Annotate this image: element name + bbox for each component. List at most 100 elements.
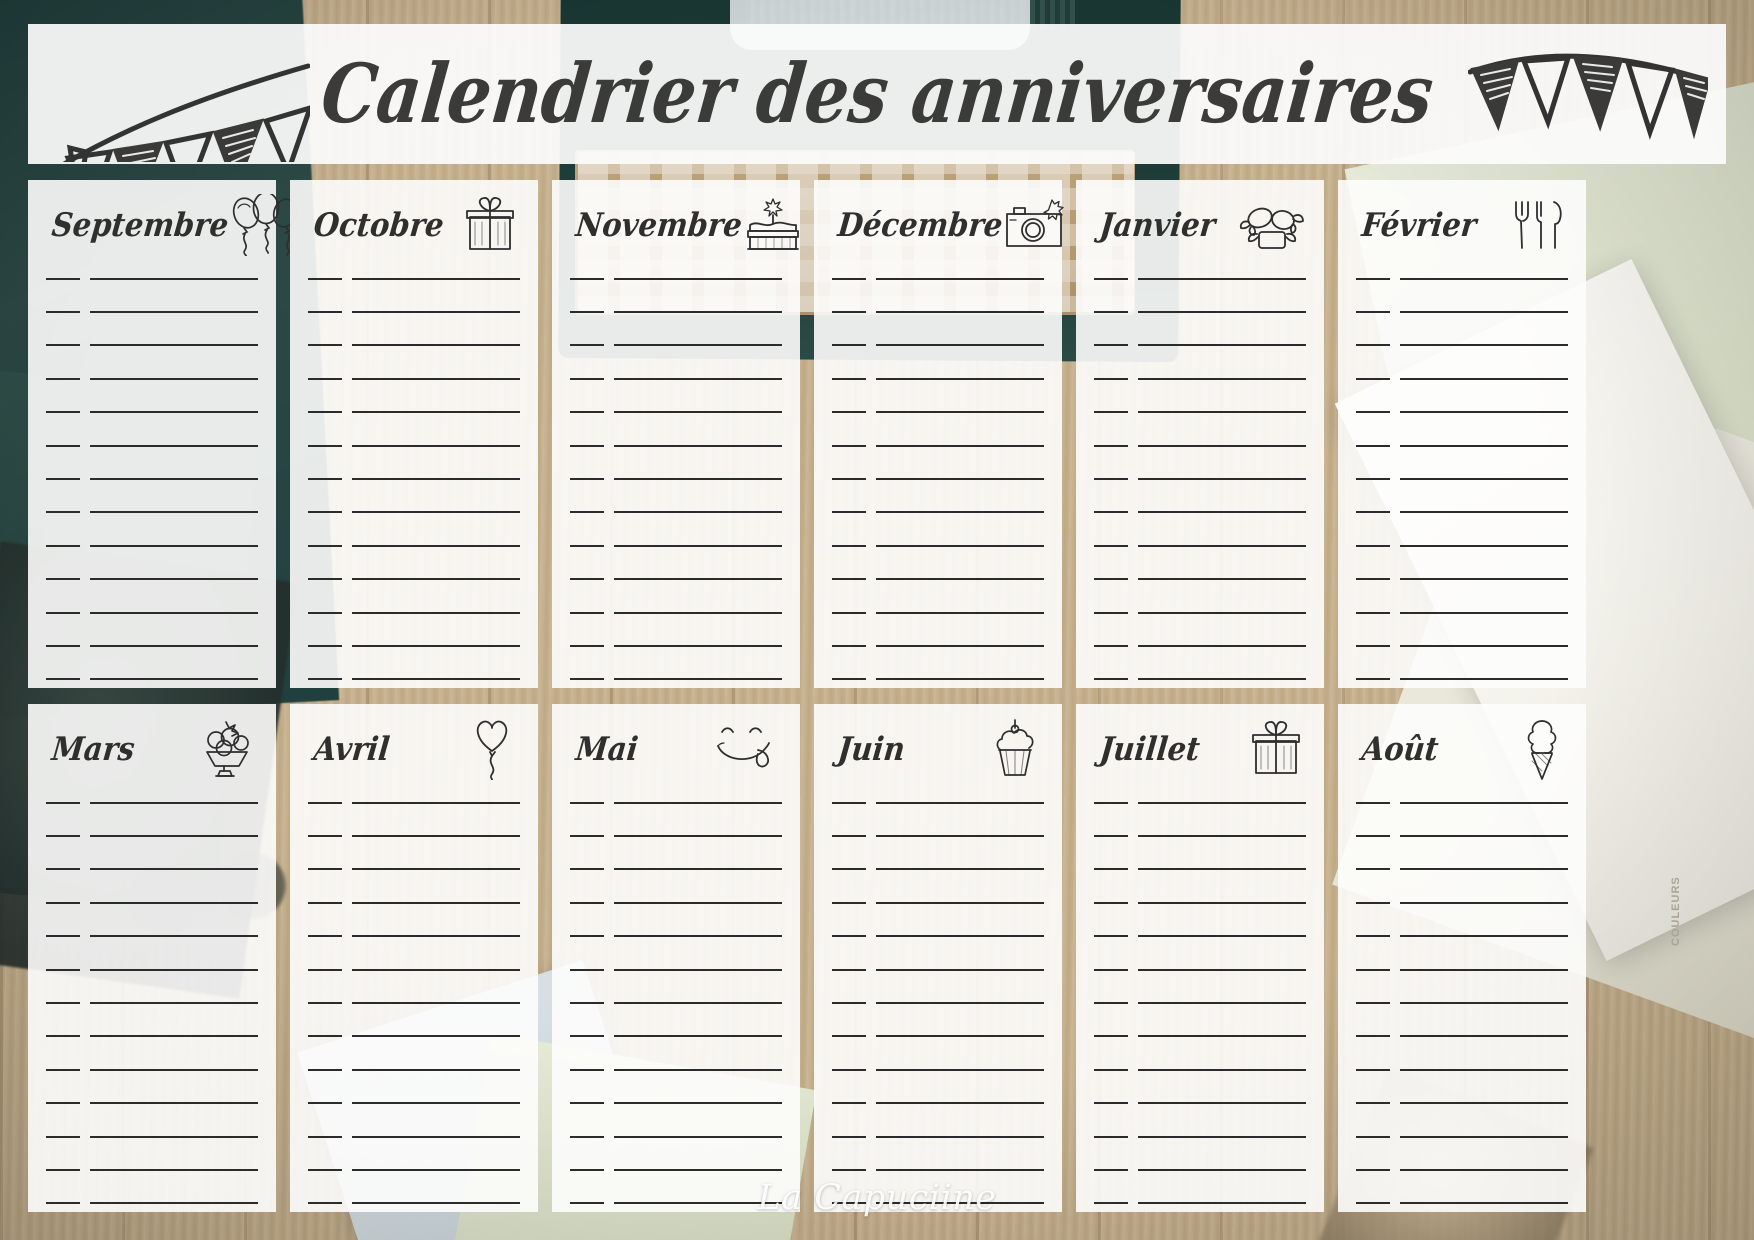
entry-name-field[interactable]	[352, 277, 520, 280]
entry-date-field[interactable]	[46, 411, 80, 414]
entry-name-field[interactable]	[876, 801, 1044, 804]
entry-date-field[interactable]	[570, 835, 604, 838]
entry-line[interactable]	[570, 262, 782, 295]
entry-line[interactable]	[1356, 953, 1568, 986]
entry-line[interactable]	[46, 1020, 258, 1053]
entry-date-field[interactable]	[832, 1168, 866, 1171]
entry-name-field[interactable]	[1138, 311, 1306, 314]
entry-line[interactable]	[46, 986, 258, 1019]
entry-date-field[interactable]	[1356, 901, 1390, 904]
entry-name-field[interactable]	[1138, 1202, 1306, 1205]
entry-date-field[interactable]	[308, 1035, 342, 1038]
entry-line[interactable]	[570, 886, 782, 919]
entry-name-field[interactable]	[1400, 444, 1568, 447]
entry-date-field[interactable]	[570, 1002, 604, 1005]
entry-name-field[interactable]	[614, 835, 782, 838]
entry-name-field[interactable]	[1400, 901, 1568, 904]
entry-date-field[interactable]	[832, 901, 866, 904]
entry-name-field[interactable]	[90, 277, 258, 280]
entry-line[interactable]	[832, 529, 1044, 562]
entry-name-field[interactable]	[352, 1102, 520, 1105]
entry-name-field[interactable]	[614, 277, 782, 280]
entry-name-field[interactable]	[614, 1135, 782, 1138]
entry-line[interactable]	[832, 953, 1044, 986]
entry-date-field[interactable]	[46, 277, 80, 280]
entry-line[interactable]	[46, 1120, 258, 1153]
entry-line[interactable]	[308, 429, 520, 462]
entry-line[interactable]	[1356, 920, 1568, 953]
entry-name-field[interactable]	[614, 478, 782, 481]
entry-line[interactable]	[1356, 496, 1568, 529]
entry-date-field[interactable]	[1356, 277, 1390, 280]
entry-date-field[interactable]	[308, 544, 342, 547]
entry-date-field[interactable]	[1356, 1102, 1390, 1105]
entry-line[interactable]	[1094, 596, 1306, 629]
entry-name-field[interactable]	[876, 277, 1044, 280]
entry-date-field[interactable]	[832, 644, 866, 647]
entry-date-field[interactable]	[832, 1202, 866, 1205]
entry-line[interactable]	[1094, 786, 1306, 819]
entry-name-field[interactable]	[352, 544, 520, 547]
entry-line[interactable]	[1356, 262, 1568, 295]
entry-line[interactable]	[1094, 663, 1306, 696]
entry-date-field[interactable]	[46, 644, 80, 647]
entry-date-field[interactable]	[46, 1068, 80, 1071]
entry-date-field[interactable]	[1356, 478, 1390, 481]
entry-line[interactable]	[1094, 295, 1306, 328]
entry-name-field[interactable]	[876, 344, 1044, 347]
entry-line[interactable]	[46, 329, 258, 362]
entry-date-field[interactable]	[308, 311, 342, 314]
entry-name-field[interactable]	[1400, 835, 1568, 838]
entry-date-field[interactable]	[570, 644, 604, 647]
entry-line[interactable]	[832, 295, 1044, 328]
entry-line[interactable]	[832, 1020, 1044, 1053]
entry-date-field[interactable]	[1356, 1035, 1390, 1038]
entry-line[interactable]	[1094, 1187, 1306, 1220]
entry-line[interactable]	[832, 629, 1044, 662]
entry-date-field[interactable]	[570, 411, 604, 414]
entry-line[interactable]	[832, 819, 1044, 852]
entry-line[interactable]	[1356, 986, 1568, 1019]
entry-line[interactable]	[832, 596, 1044, 629]
entry-date-field[interactable]	[832, 478, 866, 481]
entry-name-field[interactable]	[1400, 678, 1568, 681]
entry-name-field[interactable]	[352, 1068, 520, 1071]
entry-line[interactable]	[832, 1053, 1044, 1086]
entry-line[interactable]	[46, 1187, 258, 1220]
entry-date-field[interactable]	[46, 544, 80, 547]
entry-name-field[interactable]	[614, 644, 782, 647]
entry-line[interactable]	[1356, 1020, 1568, 1053]
entry-line[interactable]	[832, 786, 1044, 819]
entry-date-field[interactable]	[570, 344, 604, 347]
entry-date-field[interactable]	[832, 868, 866, 871]
entry-name-field[interactable]	[1138, 344, 1306, 347]
entry-date-field[interactable]	[46, 1102, 80, 1105]
entry-date-field[interactable]	[1094, 1102, 1128, 1105]
entry-line[interactable]	[570, 1053, 782, 1086]
entry-line[interactable]	[570, 920, 782, 953]
entry-line[interactable]	[46, 920, 258, 953]
entry-name-field[interactable]	[1138, 968, 1306, 971]
entry-name-field[interactable]	[1138, 611, 1306, 614]
entry-name-field[interactable]	[1400, 1202, 1568, 1205]
entry-name-field[interactable]	[90, 868, 258, 871]
entry-name-field[interactable]	[352, 835, 520, 838]
entry-line[interactable]	[46, 819, 258, 852]
entry-line[interactable]	[570, 786, 782, 819]
entry-date-field[interactable]	[832, 444, 866, 447]
entry-name-field[interactable]	[90, 1102, 258, 1105]
entry-date-field[interactable]	[1094, 1168, 1128, 1171]
entry-name-field[interactable]	[876, 478, 1044, 481]
entry-name-field[interactable]	[1138, 1068, 1306, 1071]
entry-date-field[interactable]	[308, 411, 342, 414]
entry-name-field[interactable]	[90, 411, 258, 414]
entry-line[interactable]	[570, 462, 782, 495]
entry-line[interactable]	[832, 920, 1044, 953]
entry-line[interactable]	[570, 396, 782, 429]
entry-name-field[interactable]	[1400, 578, 1568, 581]
entry-name-field[interactable]	[1138, 444, 1306, 447]
entry-name-field[interactable]	[352, 511, 520, 514]
entry-date-field[interactable]	[1094, 444, 1128, 447]
entry-name-field[interactable]	[1138, 901, 1306, 904]
entry-line[interactable]	[1094, 462, 1306, 495]
